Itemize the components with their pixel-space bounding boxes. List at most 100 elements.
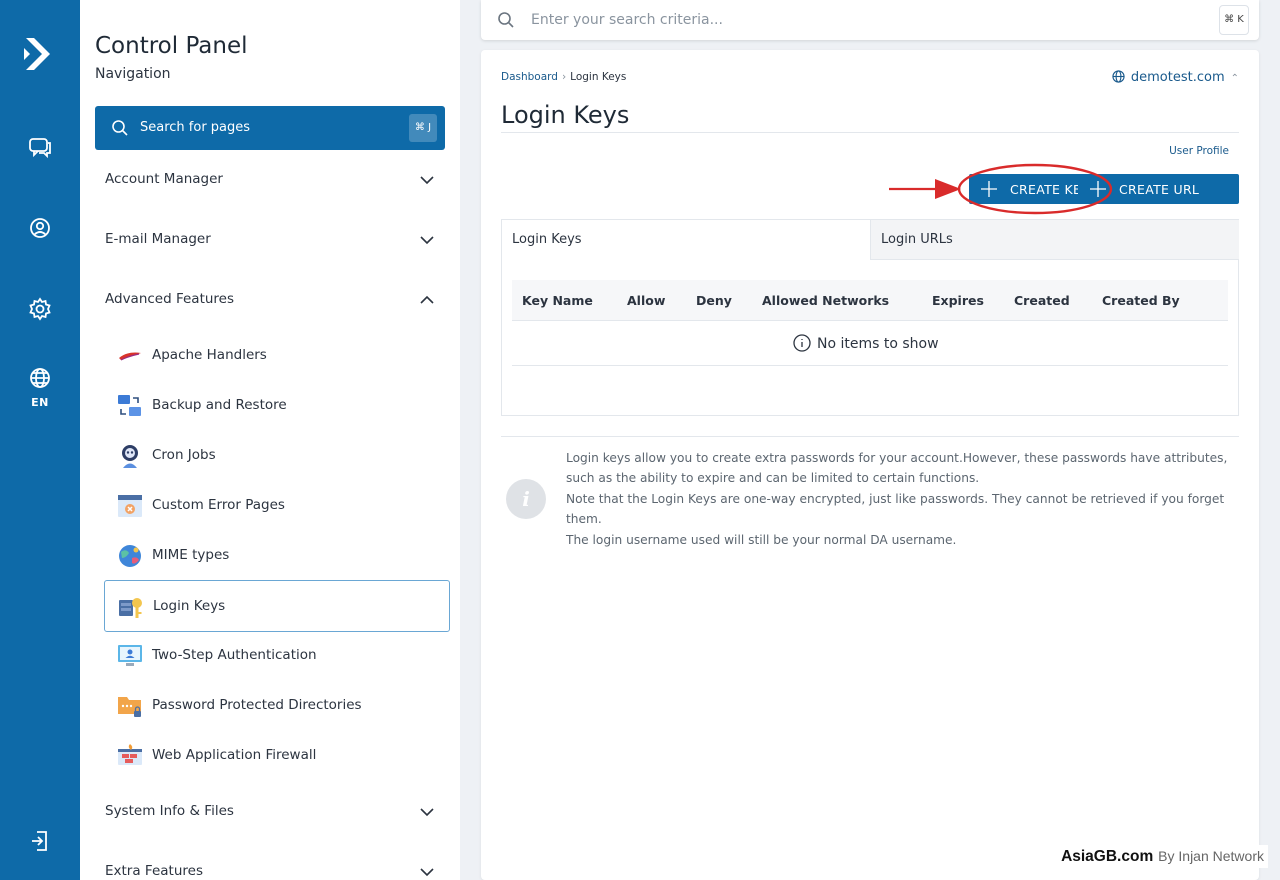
- nav-item-label: Web Application Firewall: [152, 747, 317, 763]
- nav-item-login-keys[interactable]: Login Keys: [104, 580, 450, 632]
- page-title: Login Keys: [501, 101, 630, 129]
- breadcrumb-dashboard-link[interactable]: Dashboard: [501, 71, 558, 83]
- tab-label: Login Keys: [512, 232, 582, 247]
- tab-label: Login URLs: [881, 232, 953, 247]
- section-label: Extra Features: [105, 863, 203, 879]
- breadcrumb-separator: ›: [561, 71, 567, 83]
- section-account-manager[interactable]: Account Manager: [105, 168, 435, 192]
- annotation-arrow-icon: [889, 179, 961, 199]
- column-header[interactable]: Key Name: [522, 293, 593, 308]
- chevron-down-icon: [420, 176, 434, 185]
- nav-item-custom-error-pages[interactable]: Custom Error Pages: [104, 480, 450, 532]
- nav-item-backup-restore[interactable]: Backup and Restore: [104, 380, 450, 432]
- section-email-manager[interactable]: E-mail Manager: [105, 228, 435, 252]
- nav-item-label: Custom Error Pages: [152, 497, 285, 513]
- robot-icon: [122, 445, 138, 468]
- search-icon: [498, 12, 514, 28]
- section-system-info-files[interactable]: System Info & Files: [105, 800, 435, 824]
- info-description: Login keys allow you to create extra pas…: [566, 448, 1236, 550]
- section-extra-features[interactable]: Extra Features: [105, 860, 435, 880]
- global-search-placeholder: Enter your search criteria...: [531, 12, 723, 28]
- tab-login-urls[interactable]: Login URLs: [871, 220, 1239, 260]
- keys-tabs-panel: Login Keys Login URLs Key Name Allow Den…: [501, 219, 1239, 416]
- nav-item-web-application-firewall[interactable]: Web Application Firewall: [104, 730, 450, 782]
- gear-icon[interactable]: [26, 295, 54, 323]
- breadcrumb-current: Login Keys: [570, 71, 627, 83]
- chevron-updown-icon: ⌃: [1230, 73, 1239, 84]
- info-line: Login keys allow you to create extra pas…: [566, 451, 1228, 486]
- page-search-placeholder: Search for pages: [140, 120, 251, 135]
- column-header[interactable]: Created: [1014, 293, 1070, 308]
- logo-icon[interactable]: [20, 34, 60, 74]
- column-header[interactable]: Allow: [627, 293, 665, 308]
- nav-item-label: Apache Handlers: [152, 347, 267, 363]
- firewall-icon: [118, 744, 142, 765]
- create-url-label: CREATE URL: [1119, 182, 1200, 197]
- main-card: Dashboard › Login Keys demotest.com ⌃ Login…: [481, 50, 1259, 880]
- section-label: Advanced Features: [105, 291, 235, 307]
- nav-item-mime-types[interactable]: MIME types: [104, 530, 450, 582]
- locked-folder-icon: [118, 697, 141, 717]
- global-search-input[interactable]: Enter your search criteria... ⌘ K: [481, 0, 1259, 40]
- empty-state-text: No items to show: [817, 336, 939, 352]
- chevron-down-icon: [420, 868, 434, 877]
- section-label: System Info & Files: [105, 803, 234, 819]
- nav-item-label: Two-Step Authentication: [152, 647, 317, 663]
- chat-icon[interactable]: [26, 133, 54, 161]
- chevron-down-icon: [420, 808, 434, 817]
- watermark-byline: By Injan Network: [1158, 848, 1264, 864]
- domain-selector[interactable]: demotest.com ⌃: [1112, 70, 1239, 85]
- section-label: E-mail Manager: [105, 231, 211, 247]
- globe-icon[interactable]: [26, 364, 54, 392]
- backup-icon: [118, 395, 141, 416]
- info-line: Note that the Login Keys are one-way enc…: [566, 491, 1225, 527]
- info-icon: i: [506, 479, 546, 519]
- info-line: The login username used will still be yo…: [566, 532, 957, 547]
- nav-item-label: Login Keys: [153, 598, 226, 614]
- error-page-icon: [118, 495, 142, 517]
- user-icon[interactable]: [26, 214, 54, 242]
- annotation-ellipse-icon: [957, 163, 1113, 215]
- nav-item-label: Password Protected Directories: [152, 697, 362, 713]
- search-icon: [112, 120, 128, 136]
- icon-rail: EN: [0, 0, 80, 880]
- apache-feather-icon: [119, 352, 141, 361]
- mime-globe-icon: [119, 545, 141, 567]
- shortcut-badge: ⌘ K: [1219, 5, 1249, 35]
- column-header[interactable]: Created By: [1102, 293, 1180, 308]
- two-step-icon: [118, 645, 142, 666]
- nav-item-cron-jobs[interactable]: Cron Jobs: [104, 430, 450, 482]
- language-label[interactable]: EN: [0, 396, 80, 409]
- column-header[interactable]: Expires: [932, 293, 984, 308]
- nav-item-label: Cron Jobs: [152, 447, 216, 463]
- key-icon: [119, 598, 142, 618]
- nav-title: Control Panel: [95, 33, 248, 59]
- tab-login-keys[interactable]: Login Keys: [502, 220, 871, 260]
- nav-subtitle: Navigation: [95, 66, 171, 82]
- column-header[interactable]: Allowed Networks: [762, 293, 889, 308]
- nav-item-two-step-authentication[interactable]: Two-Step Authentication: [104, 630, 450, 682]
- title-divider: [501, 132, 1239, 133]
- chevron-down-icon: [420, 236, 434, 245]
- table-header: Key Name Allow Deny Allowed Networks Exp…: [512, 280, 1228, 321]
- logout-icon[interactable]: [26, 827, 54, 855]
- info-icon: [793, 334, 811, 352]
- section-advanced-features[interactable]: Advanced Features: [105, 288, 435, 312]
- shortcut-badge: ⌘ J: [409, 114, 437, 142]
- empty-state-row: No items to show: [512, 321, 1228, 366]
- info-divider: [501, 436, 1239, 437]
- page-search-input[interactable]: Search for pages ⌘ J: [95, 106, 445, 150]
- breadcrumb: Dashboard › Login Keys: [501, 71, 626, 83]
- column-header[interactable]: Deny: [696, 293, 732, 308]
- nav-item-apache-handlers[interactable]: Apache Handlers: [104, 330, 450, 382]
- user-profile-link[interactable]: User Profile: [1169, 145, 1229, 157]
- chevron-up-icon: [420, 295, 434, 304]
- empty-state: No items to show: [793, 334, 939, 352]
- globe-icon: [1112, 70, 1125, 83]
- nav-item-label: MIME types: [152, 547, 230, 563]
- watermark: AsiaGB.com By Injan Network: [1057, 845, 1268, 868]
- nav-item-password-protected-directories[interactable]: Password Protected Directories: [104, 680, 450, 732]
- navigation-panel: Control Panel Navigation Search for page…: [80, 0, 460, 880]
- section-label: Account Manager: [105, 171, 223, 187]
- domain-name: demotest.com: [1130, 70, 1225, 85]
